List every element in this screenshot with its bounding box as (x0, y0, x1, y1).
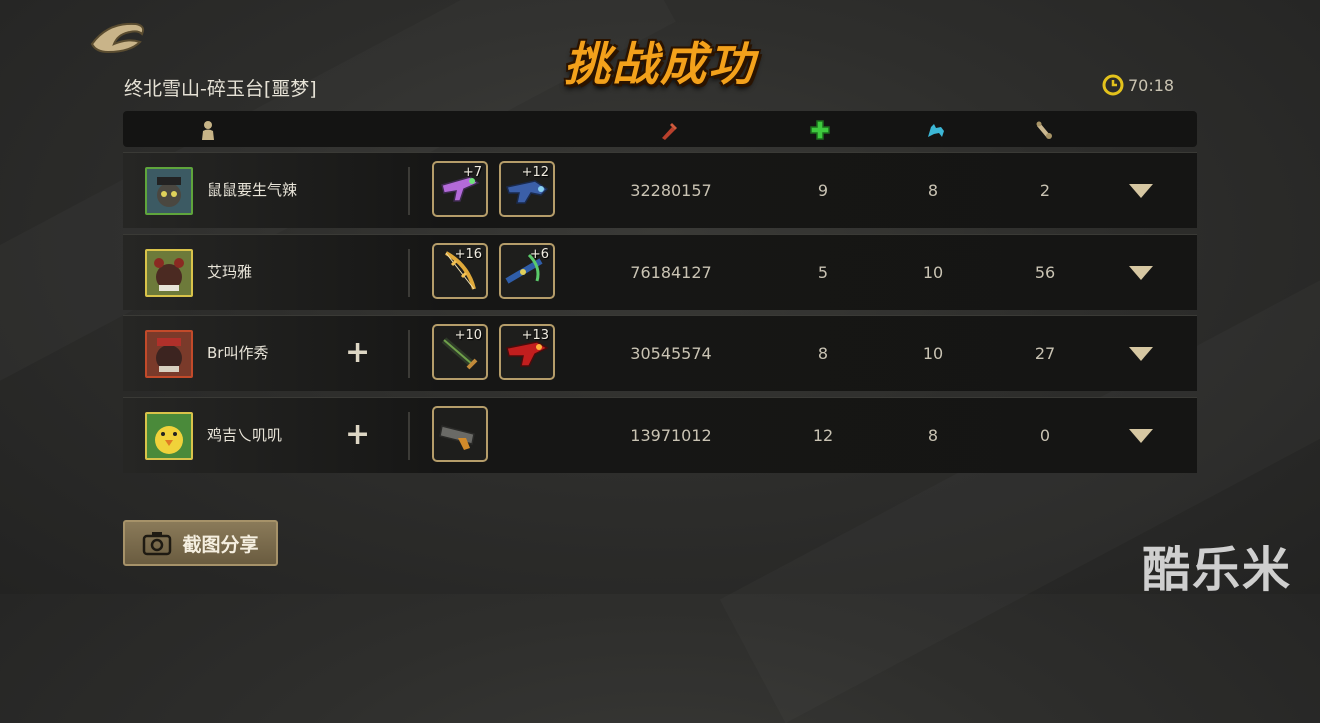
avatar[interactable] (145, 249, 193, 297)
heal-value: 5 (817, 263, 829, 282)
table-row: 鼠鼠要生气辣 +7 +12 32280157 9 8 2 (123, 152, 1197, 228)
weapon-level: +6 (529, 247, 549, 262)
damage-value: 13971012 (630, 426, 712, 445)
expand-chevron-icon[interactable] (1128, 346, 1154, 362)
damage-value: 30545574 (630, 344, 712, 363)
player-name: 鼠鼠要生气辣 (207, 181, 298, 199)
gray-launcher-icon (439, 425, 475, 450)
camera-icon (143, 532, 172, 556)
scroll-value: 56 (1034, 263, 1056, 282)
rat-hero-portrait (147, 169, 191, 213)
pet-value: 8 (927, 426, 939, 445)
pet-value: 10 (922, 263, 944, 282)
player-name: 鸡吉乀叽叽 (207, 426, 283, 444)
scroll-value: 2 (1039, 181, 1051, 200)
weapon-level: +13 (521, 328, 549, 343)
weapon-slot[interactable]: +6 (499, 243, 555, 299)
weapon-slot[interactable]: +7 (432, 161, 488, 217)
player-name: 艾玛雅 (207, 263, 253, 281)
watermark: 酷乐米 (1142, 542, 1293, 598)
divider (408, 167, 410, 215)
scroll-value: 27 (1034, 344, 1056, 363)
avatar[interactable] (145, 412, 193, 460)
expand-chevron-icon[interactable] (1128, 265, 1154, 281)
table-row: 鸡吉乀叽叽 + 13971012 12 8 0 (123, 397, 1197, 473)
bear-hero-portrait (147, 332, 191, 376)
heal-value: 12 (812, 426, 834, 445)
expand-chevron-icon[interactable] (1128, 428, 1154, 444)
player-icon (202, 121, 214, 140)
avatar[interactable] (145, 167, 193, 215)
weapon-slot[interactable]: +10 (432, 324, 488, 380)
heal-icon (810, 120, 830, 140)
damage-icon (662, 123, 677, 140)
add-friend-button[interactable]: + (345, 338, 370, 368)
scroll-icon (1036, 121, 1052, 139)
scroll-value: 0 (1039, 426, 1051, 445)
heal-value: 9 (817, 181, 829, 200)
weapon-slot[interactable] (432, 406, 488, 462)
weapon-level: +16 (454, 247, 482, 262)
damage-value: 76184127 (630, 263, 712, 282)
player-name: Br叫作秀 (207, 344, 269, 362)
add-friend-button[interactable]: + (345, 420, 370, 450)
pet-icon (928, 124, 944, 137)
weapon-level: +7 (462, 165, 482, 180)
stage-name: 终北雪山-碎玉台[噩梦] (124, 78, 317, 100)
table-row: Br叫作秀 + +10 +13 30545574 8 10 27 (123, 315, 1197, 391)
divider (408, 412, 410, 460)
timer-value: 70:18 (1128, 75, 1175, 95)
weapon-level: +12 (521, 165, 549, 180)
divider (408, 249, 410, 297)
timer: 70:18 (1102, 74, 1174, 96)
table-header (123, 111, 1197, 147)
damage-value: 32280157 (630, 181, 712, 200)
weapon-level: +10 (454, 328, 482, 343)
weapon-slot[interactable]: +12 (499, 161, 555, 217)
clock-icon (1102, 74, 1124, 96)
heal-value: 8 (817, 344, 829, 363)
expand-chevron-icon[interactable] (1128, 183, 1154, 199)
pet-value: 8 (927, 181, 939, 200)
share-label: 截图分享 (182, 533, 259, 556)
screenshot-share-button[interactable]: 截图分享 (123, 520, 278, 566)
table-row: 艾玛雅 +16 +6 76184127 5 10 56 (123, 234, 1197, 310)
weapon-slot[interactable]: +16 (432, 243, 488, 299)
pet-value: 10 (922, 344, 944, 363)
divider (408, 330, 410, 378)
weapon-slot[interactable]: +13 (499, 324, 555, 380)
bear-hero-portrait (147, 251, 191, 295)
chicken-hero-portrait (147, 414, 191, 458)
avatar[interactable] (145, 330, 193, 378)
